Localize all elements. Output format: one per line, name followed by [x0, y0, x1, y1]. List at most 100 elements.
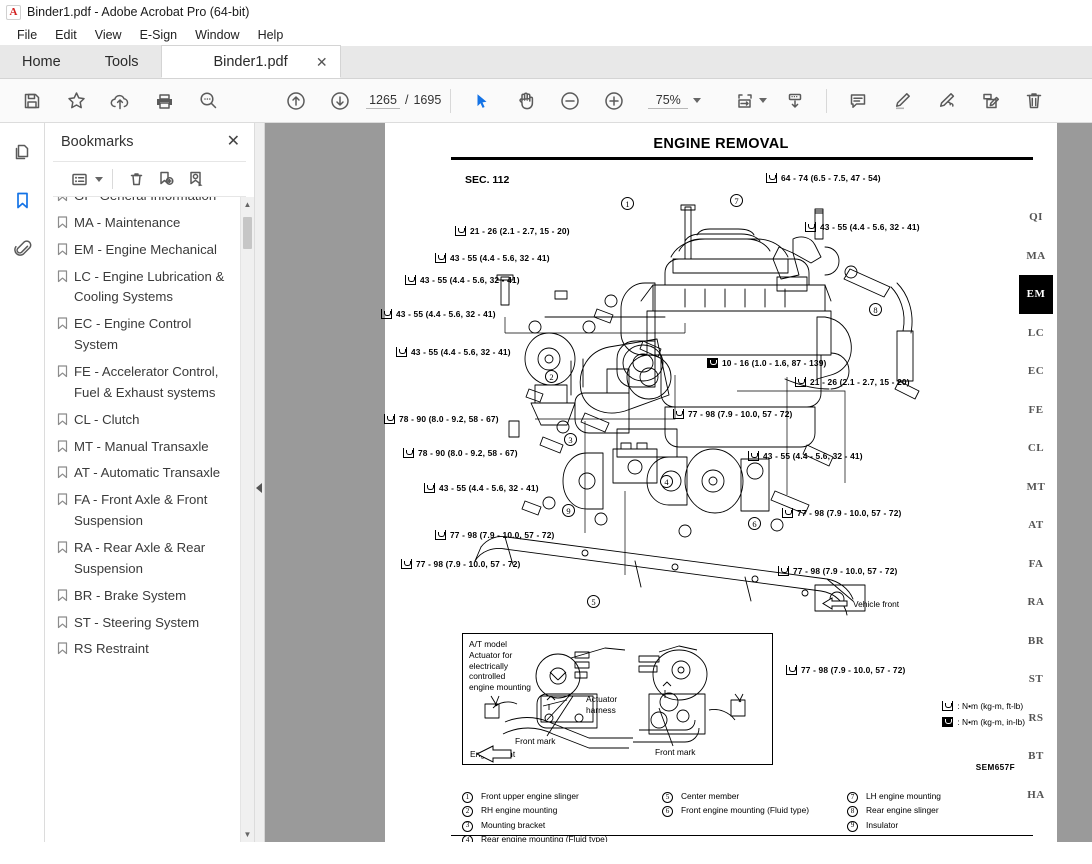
legend-row: 5 Center member	[662, 791, 847, 803]
torque-nm-icon	[455, 226, 466, 236]
section-tab-mt[interactable]: MT	[1019, 468, 1053, 507]
list-item[interactable]: RS Restraint	[57, 636, 240, 663]
hand-tool-button[interactable]	[504, 82, 548, 120]
document-viewport[interactable]: ENGINE REMOVAL SEC. 112 21 - 26 (2.1 - 2…	[265, 123, 1092, 842]
list-item[interactable]: ST - Steering System	[57, 610, 240, 637]
list-item[interactable]: CL - Clutch	[57, 407, 240, 434]
scrollbar-thumb[interactable]	[243, 217, 252, 249]
section-tab-fa[interactable]: FA	[1019, 545, 1053, 584]
scroll-up-arrow-icon[interactable]: ▲	[241, 197, 255, 212]
menu-file[interactable]: File	[8, 26, 46, 44]
menu-window[interactable]: Window	[186, 26, 248, 44]
menu-help[interactable]: Help	[249, 26, 293, 44]
save-button[interactable]	[10, 82, 54, 120]
legend-text: Rear engine slinger	[866, 805, 939, 816]
callout-balloon: 9	[562, 504, 575, 517]
section-tab-em[interactable]: EM	[1019, 275, 1053, 314]
list-item[interactable]: FE - Accelerator Control, Fuel & Exhaust…	[57, 359, 240, 407]
zoom-in-button[interactable]	[592, 82, 636, 120]
rail-item-page-thumbnails[interactable]	[5, 135, 39, 169]
scroll-mode-button[interactable]	[773, 82, 817, 120]
print-button[interactable]	[142, 82, 186, 120]
section-tab-ha[interactable]: HA	[1019, 776, 1053, 815]
list-item[interactable]: MA - Maintenance	[57, 210, 240, 237]
chevron-down-icon[interactable]	[693, 98, 702, 103]
draw-button[interactable]	[924, 82, 968, 120]
section-tab-qi[interactable]: QI	[1019, 198, 1053, 237]
tab-home[interactable]: Home	[0, 45, 83, 78]
bookmark-label: MT - Manual Transaxle	[74, 438, 209, 454]
torque-value: 77 - 98 (7.9 - 10.0, 57 - 72)	[797, 508, 902, 518]
previous-page-button[interactable]	[274, 82, 318, 120]
panel-collapse-handle[interactable]	[255, 123, 265, 842]
section-tab-st[interactable]: ST	[1019, 660, 1053, 699]
bookmark-icon	[57, 541, 68, 554]
bookmarks-scrollbar[interactable]: ▲ ▼	[240, 197, 254, 842]
bookmark-icon	[57, 589, 68, 602]
torque-callout: 64 - 74 (6.5 - 7.5, 47 - 54)	[766, 173, 881, 183]
fit-page-chevron-down-icon[interactable]	[759, 98, 768, 103]
close-icon[interactable]: ✕	[227, 134, 240, 150]
main-toolbar: / 1695 75%	[0, 79, 1092, 123]
units-legend: : N•m (kg-m, ft-lb) : N•m (kg-m, in-lb)	[942, 701, 1025, 733]
bookmark-icon	[57, 642, 68, 655]
find-bookmark-button[interactable]	[182, 166, 210, 192]
menu-edit[interactable]: Edit	[46, 26, 86, 44]
star-icon	[66, 90, 87, 111]
search-button[interactable]	[186, 82, 230, 120]
section-tab-lc[interactable]: LC	[1019, 314, 1053, 353]
delete-button[interactable]	[1012, 82, 1056, 120]
rail-item-bookmarks[interactable]	[5, 183, 39, 217]
menu-bar: File Edit View E-Sign Window Help	[0, 24, 1092, 46]
section-tab-bt[interactable]: BT	[1019, 737, 1053, 776]
select-tool-button[interactable]	[460, 82, 504, 120]
list-item[interactable]: BR - Brake System	[57, 583, 240, 610]
list-item[interactable]: MT - Manual Transaxle	[57, 434, 240, 461]
section-tab-ec[interactable]: EC	[1019, 352, 1053, 391]
bookmarks-header: Bookmarks ✕	[45, 123, 254, 161]
section-tab-cl[interactable]: CL	[1019, 429, 1053, 468]
bookmark-options-button[interactable]	[65, 166, 93, 192]
bookmarks-list[interactable]: GI - General Information MA - Maintenanc…	[45, 197, 240, 842]
hand-icon	[515, 90, 537, 112]
list-item[interactable]: FA - Front Axle & Front Suspension	[57, 487, 240, 535]
scroll-down-arrow-icon[interactable]: ▼	[241, 827, 255, 842]
rail-item-attachments[interactable]	[5, 231, 39, 265]
section-tab-ma[interactable]: MA	[1019, 237, 1053, 276]
torque-value: 78 - 90 (8.0 - 9.2, 58 - 67)	[399, 414, 499, 424]
section-tab-fe[interactable]: FE	[1019, 391, 1053, 430]
section-tab-ra[interactable]: RA	[1019, 583, 1053, 622]
list-item[interactable]: RA - Rear Axle & Rear Suspension	[57, 535, 240, 583]
torque-nm-inlb-icon	[942, 717, 954, 727]
menu-esign[interactable]: E-Sign	[131, 26, 187, 44]
list-item[interactable]: EM - Engine Mechanical	[57, 237, 240, 264]
comment-button[interactable]	[836, 82, 880, 120]
zoom-out-button[interactable]	[548, 82, 592, 120]
upload-to-cloud-button[interactable]	[98, 82, 142, 120]
zoom-level-value: 75%	[648, 93, 689, 109]
add-to-favorites-button[interactable]	[54, 82, 98, 120]
bookmark-options-chevron-down-icon[interactable]	[95, 176, 103, 182]
list-item[interactable]: EC - Engine Control System	[57, 311, 240, 359]
draw-pen-icon	[935, 90, 957, 112]
list-item[interactable]: AT - Automatic Transaxle	[57, 460, 240, 487]
list-item[interactable]: GI - General Information	[57, 197, 240, 210]
menu-view[interactable]: View	[86, 26, 131, 44]
torque-value: 78 - 90 (8.0 - 9.2, 58 - 67)	[418, 448, 518, 458]
next-page-button[interactable]	[318, 82, 362, 120]
arrow-down-circle-icon	[329, 90, 351, 112]
highlight-button[interactable]	[880, 82, 924, 120]
list-item[interactable]: LC - Engine Lubrication & Cooling System…	[57, 264, 240, 312]
close-icon[interactable]: ✕	[316, 55, 328, 69]
section-tab-at[interactable]: AT	[1019, 506, 1053, 545]
section-tab-rs[interactable]: RS	[1019, 699, 1053, 738]
pdf-page[interactable]: ENGINE REMOVAL SEC. 112 21 - 26 (2.1 - 2…	[381, 123, 1057, 842]
tab-tools[interactable]: Tools	[82, 45, 161, 78]
fill-and-sign-button[interactable]	[968, 82, 1012, 120]
zoom-level-selector[interactable]: 75%	[648, 93, 702, 109]
new-bookmark-button[interactable]	[152, 166, 180, 192]
current-page-input[interactable]	[366, 92, 400, 109]
tab-binder1-pdf[interactable]: Binder1.pdf ✕	[160, 45, 341, 78]
section-tab-br[interactable]: BR	[1019, 622, 1053, 661]
delete-bookmark-button[interactable]	[122, 166, 150, 192]
